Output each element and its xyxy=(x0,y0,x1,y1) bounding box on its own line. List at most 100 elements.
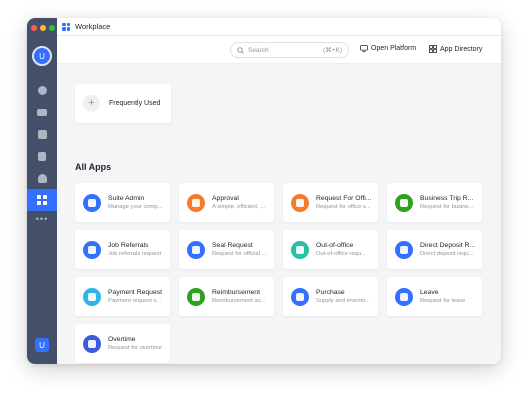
referral-icon xyxy=(83,240,101,259)
app-description: Request for overtime xyxy=(108,345,162,351)
minimize-window-button[interactable] xyxy=(40,25,46,31)
sidebar-item-calendar[interactable] xyxy=(27,123,57,145)
overtime-icon xyxy=(83,334,101,353)
approval-icon xyxy=(187,193,205,212)
app-text: Overtime Request for overtime xyxy=(108,336,170,351)
app-glyph xyxy=(296,245,304,254)
app-card[interactable]: Suite Admin Manage your comp... xyxy=(75,183,170,222)
app-description: Request for busine... xyxy=(420,204,474,210)
sidebar: U ••• U xyxy=(27,18,57,364)
app-glyph xyxy=(192,245,200,254)
tab-title: Workplace xyxy=(75,22,111,31)
sidebar-item-docs[interactable] xyxy=(27,145,57,167)
app-name: Approval xyxy=(212,195,239,202)
app-description: Job referrals request xyxy=(108,251,162,257)
app-description: Supply and invento... xyxy=(316,298,371,304)
app-name: Out-of-office xyxy=(316,242,354,249)
app-name: Job Referrals xyxy=(108,242,149,249)
app-card[interactable]: Purchase Supply and invento... xyxy=(283,277,378,316)
app-description: Direct deposit requ... xyxy=(420,251,474,257)
frequently-used-label: Frequently Used xyxy=(109,100,161,107)
app-glyph xyxy=(296,292,304,301)
app-name: Payment Request xyxy=(108,289,163,296)
clock-icon xyxy=(395,287,413,306)
open-platform-button[interactable]: Open Platform xyxy=(360,45,416,52)
app-name: Business Trip R... xyxy=(420,195,474,202)
app-window: U ••• U Workplace Search (⌘+K) Open Plat… xyxy=(27,18,501,364)
app-card[interactable]: Job Referrals Job referrals request xyxy=(75,230,170,269)
app-glyph xyxy=(400,292,408,301)
window-controls xyxy=(31,25,55,31)
header: Search (⌘+K) Open Platform App Directory xyxy=(57,36,501,64)
search-input[interactable]: Search (⌘+K) xyxy=(230,42,349,58)
app-description: Request for office s... xyxy=(316,204,371,210)
app-name: Overtime xyxy=(108,336,136,343)
app-name: Reimbursement xyxy=(212,289,260,296)
sidebar-item-contacts[interactable] xyxy=(27,167,57,189)
app-card[interactable]: Seal Request Request for official ... xyxy=(179,230,274,269)
seal-icon xyxy=(187,240,205,259)
app-description: Request for leave xyxy=(420,298,466,304)
app-text: Seal Request Request for official ... xyxy=(212,242,274,257)
app-text: Purchase Supply and invento... xyxy=(316,289,378,304)
app-glyph xyxy=(400,198,408,207)
tab-workplace[interactable]: Workplace xyxy=(62,22,110,31)
app-glyph xyxy=(296,198,304,207)
app-card[interactable]: Overtime Request for overtime xyxy=(75,324,170,363)
airplane-icon xyxy=(395,193,413,212)
app-description: Out-of-office requ... xyxy=(316,251,366,257)
monitor-icon xyxy=(360,45,368,52)
search-shortcut: (⌘+K) xyxy=(323,47,342,54)
app-directory-button[interactable]: App Directory xyxy=(429,45,482,53)
user-avatar[interactable]: U xyxy=(32,46,52,66)
app-text: Job Referrals Job referrals request xyxy=(108,242,170,257)
bottom-user-badge[interactable]: U xyxy=(35,338,49,352)
admin-icon xyxy=(83,193,101,212)
app-glyph xyxy=(88,198,96,207)
app-card[interactable]: Approval A simple, efficient, ... xyxy=(179,183,274,222)
app-text: Approval A simple, efficient, ... xyxy=(212,195,274,210)
app-directory-label: App Directory xyxy=(440,45,483,53)
more-button[interactable]: ••• xyxy=(27,214,57,224)
app-description: Payment request s... xyxy=(108,298,162,304)
search-icon xyxy=(237,46,244,54)
app-description: A simple, efficient, ... xyxy=(212,204,266,210)
location-icon xyxy=(291,240,309,259)
app-card[interactable]: Payment Request Payment request s... xyxy=(75,277,170,316)
workplace-icon xyxy=(37,195,47,205)
app-card[interactable]: Reimbursement Reimbursement su... xyxy=(179,277,274,316)
sidebar-item-chat[interactable] xyxy=(27,79,57,101)
app-glyph xyxy=(88,292,96,301)
app-card[interactable]: Leave Request for leave xyxy=(387,277,482,316)
video-icon xyxy=(37,108,47,116)
app-card[interactable]: Request For Offi... Request for office s.… xyxy=(283,183,378,222)
sidebar-item-workplace[interactable] xyxy=(27,189,57,211)
app-name: Purchase xyxy=(316,289,345,296)
app-glyph xyxy=(192,292,200,301)
app-text: Reimbursement Reimbursement su... xyxy=(212,289,274,304)
app-text: Business Trip R... Request for busine... xyxy=(420,195,482,210)
app-glyph xyxy=(88,245,96,254)
workplace-tab-icon xyxy=(62,22,70,31)
app-glyph xyxy=(88,339,96,348)
app-name: Request For Offi... xyxy=(316,195,372,202)
sidebar-item-video[interactable] xyxy=(27,101,57,123)
maximize-window-button[interactable] xyxy=(49,25,55,31)
app-description: Request for official ... xyxy=(212,251,267,257)
frequently-used-card[interactable]: + Frequently Used xyxy=(75,84,171,123)
app-name: Seal Request xyxy=(212,242,253,249)
contacts-icon xyxy=(37,173,47,183)
app-name: Direct Deposit R... xyxy=(420,242,476,249)
app-description: Reimbursement su... xyxy=(212,298,266,304)
app-name: Leave xyxy=(420,289,439,296)
grid-icon xyxy=(429,45,437,53)
app-card[interactable]: Direct Deposit R... Direct deposit requ..… xyxy=(387,230,482,269)
app-card[interactable]: Out-of-office Out-of-office requ... xyxy=(283,230,378,269)
main-content: + Frequently Used All Apps Suite Admin Ma… xyxy=(57,64,501,364)
close-window-button[interactable] xyxy=(31,25,37,31)
app-card[interactable]: Business Trip R... Request for busine... xyxy=(387,183,482,222)
calendar-icon xyxy=(37,129,47,139)
app-text: Direct Deposit R... Direct deposit requ..… xyxy=(420,242,482,257)
office-icon xyxy=(291,193,309,212)
app-text: Suite Admin Manage your comp... xyxy=(108,195,170,210)
